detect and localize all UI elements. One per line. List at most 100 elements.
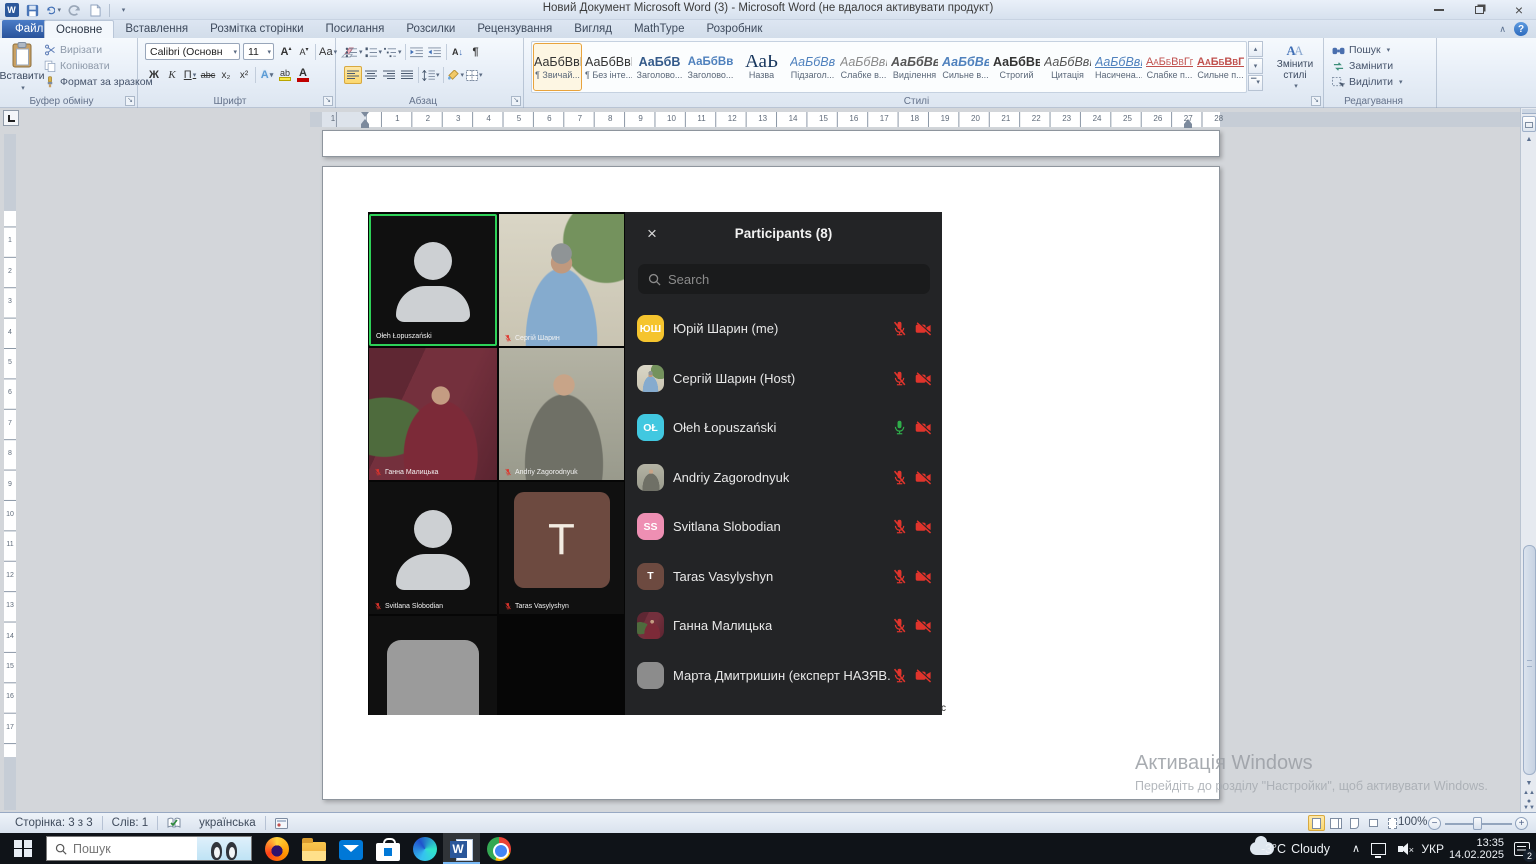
font-size-select[interactable]: 11▾: [243, 43, 274, 60]
scroll-up-icon[interactable]: ▲: [1522, 136, 1536, 143]
left-indent-marker[interactable]: [361, 124, 369, 128]
minimize-button[interactable]: [1428, 2, 1450, 17]
notification-center-icon[interactable]: 2: [1514, 833, 1530, 864]
highlight-color-button[interactable]: ab: [276, 66, 294, 84]
participants-search[interactable]: [638, 264, 930, 294]
change-case-button[interactable]: Аа▾: [318, 43, 338, 61]
clipboard-item-2[interactable]: Формат за зразком: [44, 76, 153, 88]
taskbar-app-store[interactable]: [369, 833, 406, 864]
line-spacing-button[interactable]: ▾: [421, 66, 441, 84]
font-color-button[interactable]: А: [294, 66, 312, 84]
text-effects-button[interactable]: А▾: [258, 66, 276, 84]
video-tile[interactable]: Ołeh Łopuszański: [369, 214, 497, 346]
mic-muted-icon[interactable]: [891, 667, 908, 684]
participant-row[interactable]: OŁOłeh Łopuszański: [625, 403, 942, 453]
underline-button[interactable]: П▾: [181, 66, 199, 84]
select-browse-object-button[interactable]: ●: [1522, 798, 1536, 805]
first-line-indent-marker[interactable]: [361, 112, 369, 117]
bullets-button[interactable]: ▾: [344, 43, 364, 61]
video-tile[interactable]: TTaras Vasylyshyn: [499, 482, 624, 614]
increase-indent-button[interactable]: [426, 43, 444, 61]
participant-row[interactable]: SSSvitlana Slobodian: [625, 502, 942, 552]
mic-on-icon[interactable]: [891, 419, 908, 436]
video-tile[interactable]: Svitlana Slobodian: [369, 482, 497, 614]
mic-muted-icon[interactable]: [891, 568, 908, 585]
taskbar-app-firefox[interactable]: [258, 833, 295, 864]
participant-row[interactable]: TTaras Vasylyshyn: [625, 552, 942, 602]
italic-button[interactable]: К: [163, 66, 181, 84]
editing-item-замінити[interactable]: Замінити: [1332, 60, 1393, 72]
clipboard-item-1[interactable]: Копіювати: [44, 60, 110, 72]
multilevel-list-button[interactable]: ▾: [383, 43, 403, 61]
tab-розсилки[interactable]: Розсилки: [395, 20, 466, 38]
change-styles-button[interactable]: АА Змінити стилі ▾: [1269, 42, 1321, 92]
show-formatting-marks-button[interactable]: ¶: [467, 43, 485, 61]
mic-muted-icon[interactable]: [891, 469, 908, 486]
taskbar-app-edge[interactable]: [406, 833, 443, 864]
style-4[interactable]: АаЬНазва: [737, 43, 786, 91]
tab-посилання[interactable]: Посилання: [315, 20, 396, 38]
volume-muted-icon[interactable]: ×: [1398, 833, 1414, 864]
taskbar-search[interactable]: [46, 836, 252, 861]
ruler-toggle-button[interactable]: [1522, 116, 1536, 132]
hidden-icons-chevron[interactable]: ∧: [1352, 833, 1360, 864]
search-highlight-image[interactable]: [197, 837, 251, 860]
tab-вигляд[interactable]: Вигляд: [563, 20, 623, 38]
zoom-slider-thumb[interactable]: [1473, 817, 1482, 830]
camera-off-icon[interactable]: [914, 419, 933, 436]
style-5[interactable]: АаБбВвПідзагол...: [788, 43, 837, 91]
font-name-select[interactable]: Calibri (Основн▾: [145, 43, 240, 60]
vertical-scrollbar[interactable]: ▲ ▼ ▲▲ ● ▼▼: [1520, 108, 1536, 812]
font-dialog-launcher[interactable]: ↘: [323, 96, 333, 106]
sort-button[interactable]: А↓: [449, 43, 467, 61]
style-10[interactable]: АаБбВвГгЦитація: [1043, 43, 1092, 91]
style-12[interactable]: АаБбВвГг,Слабке п...: [1145, 43, 1194, 91]
taskbar-search-input[interactable]: [73, 842, 168, 856]
video-tile[interactable]: Andriy Zagorodnyuk: [499, 348, 624, 480]
close-button[interactable]: ×: [1508, 2, 1530, 17]
editing-item-пошук[interactable]: Пошук▾: [1332, 44, 1390, 56]
style-9[interactable]: АаБбВвГг,Строгий: [992, 43, 1041, 91]
collapse-ribbon-icon[interactable]: ∧: [1499, 24, 1506, 35]
vertical-ruler[interactable]: 1234567891011121314151617: [4, 134, 16, 810]
align-left-button[interactable]: [344, 66, 362, 84]
zoom-slider[interactable]: − +: [1428, 815, 1528, 831]
style-6[interactable]: АаБбВвГгСлабке в...: [839, 43, 888, 91]
help-icon[interactable]: ?: [1514, 22, 1528, 36]
paste-button[interactable]: Вставити ▾: [3, 42, 41, 92]
justify-button[interactable]: [398, 66, 416, 84]
style-2[interactable]: АаБбВЗаголово...: [635, 43, 684, 91]
camera-off-icon[interactable]: [914, 469, 933, 486]
zoom-level[interactable]: 100%: [1398, 816, 1427, 828]
paragraph-dialog-launcher[interactable]: ↘: [511, 96, 521, 106]
align-center-button[interactable]: [362, 66, 380, 84]
style-7[interactable]: АаБбВвГгВиділення: [890, 43, 939, 91]
zoom-out-icon[interactable]: −: [1428, 817, 1441, 830]
search-input[interactable]: [668, 272, 920, 287]
mic-muted-icon[interactable]: [891, 518, 908, 535]
styles-scroll-up-button[interactable]: ▴: [1248, 41, 1263, 57]
style-3[interactable]: АаБбВвЗаголово...: [686, 43, 735, 91]
subscript-button[interactable]: x₂: [217, 66, 235, 84]
clipboard-dialog-launcher[interactable]: ↘: [125, 96, 135, 106]
scroll-down-icon[interactable]: ▼: [1522, 780, 1536, 787]
camera-off-icon[interactable]: [914, 320, 933, 337]
restore-button[interactable]: [1468, 2, 1490, 17]
participant-row[interactable]: Andriy Zagorodnyuk: [625, 453, 942, 503]
start-button[interactable]: [0, 833, 46, 864]
horizontal-ruler[interactable]: 1 12345678910111213141516171819202122232…: [0, 112, 1520, 127]
taskbar-app-mail[interactable]: [332, 833, 369, 864]
word-count[interactable]: Слів: 1: [103, 813, 157, 833]
camera-off-icon[interactable]: [914, 568, 933, 585]
shrink-font-button[interactable]: А▾: [295, 43, 313, 61]
participant-row[interactable]: Ганна Малицька: [625, 601, 942, 651]
superscript-button[interactable]: x²: [235, 66, 253, 84]
page-previous-bottom[interactable]: [322, 130, 1220, 157]
mic-muted-icon[interactable]: [891, 370, 908, 387]
document-page[interactable]: Ołeh ŁopuszańskiСергій ШаринГанна Малиць…: [322, 166, 1220, 800]
taskbar-app-explorer[interactable]: [295, 833, 332, 864]
tab-рецензування[interactable]: Рецензування: [466, 20, 563, 38]
clipboard-item-0[interactable]: Вирізати: [44, 44, 102, 56]
embedded-zoom-screenshot[interactable]: Ołeh ŁopuszańskiСергій ШаринГанна Малиць…: [368, 212, 942, 715]
style-13[interactable]: АаБбВвГг,Сильне п...: [1196, 43, 1245, 91]
